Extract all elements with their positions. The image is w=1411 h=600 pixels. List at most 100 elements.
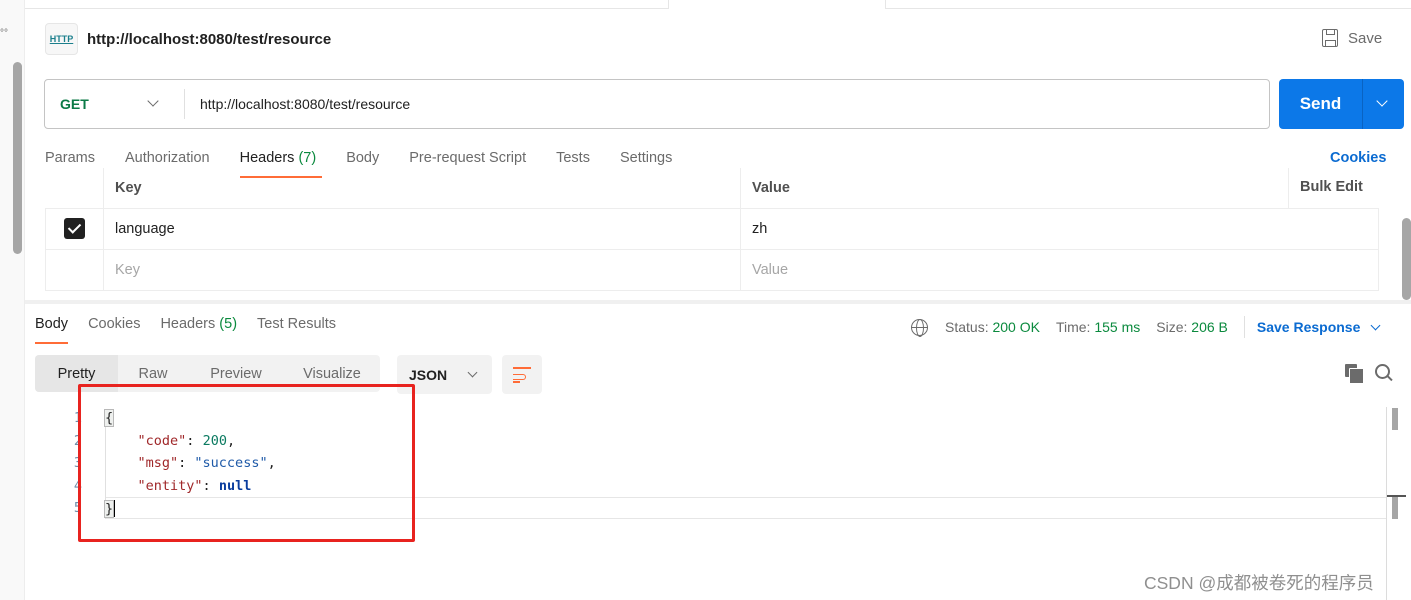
response-meta: Status: 200 OK Time: 155 ms Size: 206 B …	[911, 316, 1381, 338]
tab-label: Params	[45, 150, 95, 166]
checkbox-column-header	[45, 168, 104, 209]
format-label: JSON	[409, 366, 448, 383]
save-label: Save	[1348, 29, 1383, 47]
table-row-new: Key Value	[45, 249, 1379, 291]
line-number: 1	[73, 410, 82, 426]
time-label: Time:	[1055, 319, 1091, 335]
view-visualize[interactable]: Visualize	[284, 355, 380, 392]
value-column-header: Value	[740, 168, 1289, 209]
bulk-edit-button[interactable]: Bulk Edit	[1288, 168, 1379, 209]
tab-test-results[interactable]: Test Results	[257, 316, 336, 343]
save-icon	[1322, 29, 1338, 47]
url-input[interactable]	[185, 96, 1269, 112]
chevron-down-icon	[147, 95, 159, 107]
tab-inactive[interactable]	[25, 0, 669, 9]
tab-label: Headers	[160, 316, 216, 332]
tab-response-headers[interactable]: Headers (5)	[160, 316, 237, 343]
open-brace: {	[103, 409, 115, 427]
close-brace: }	[103, 499, 115, 518]
send-options-chevron-down-icon[interactable]	[1363, 79, 1404, 129]
tab-label: Body	[346, 150, 380, 166]
request-title-bar: HTTP http://localhost:8080/test/resource	[45, 23, 331, 55]
row-checkbox-cell	[45, 208, 104, 250]
json-key: "entity"	[137, 478, 203, 494]
headers-table: Key Value Bulk Edit language zh Key Valu…	[45, 168, 1379, 291]
more-icon[interactable]: °°	[0, 28, 8, 39]
header-key-cell[interactable]: language	[103, 208, 741, 250]
url-bar: GET	[44, 79, 1270, 129]
code-line: "code": 200,	[137, 433, 236, 449]
sidebar-scrollbar[interactable]	[13, 62, 22, 254]
divider	[1243, 316, 1245, 338]
method-select[interactable]: GET	[45, 80, 184, 128]
cookies-link[interactable]: Cookies	[1330, 150, 1386, 166]
tab-label: Body	[35, 316, 69, 332]
view-mode-group: Pretty Raw Preview Visualize	[35, 355, 380, 392]
copy-icon[interactable]	[1345, 364, 1364, 384]
response-tabs: Body Cookies Headers (5) Test Results	[35, 316, 356, 344]
http-icon: HTTP	[45, 23, 78, 55]
size-readout[interactable]: Size: 206 B	[1156, 319, 1228, 335]
globe-icon[interactable]	[911, 318, 928, 337]
line-number: 5	[73, 500, 82, 516]
new-key-input[interactable]: Key	[103, 249, 741, 291]
sidebar-strip: °°	[0, 0, 25, 600]
json-key: "msg"	[137, 455, 179, 471]
text-cursor	[113, 500, 116, 517]
watermark: CSDN @成都被卷死的程序员	[1144, 573, 1374, 593]
chevron-down-icon	[1370, 320, 1381, 330]
code-line: "entity": null	[137, 478, 252, 494]
tab-label: Settings	[619, 150, 673, 166]
tab-label: Cookies	[88, 316, 141, 332]
json-punct: ,	[226, 433, 236, 449]
pane-divider[interactable]	[25, 300, 1411, 304]
current-line-highlight	[106, 497, 1386, 519]
row-checkbox[interactable]	[64, 218, 85, 239]
json-value: "success"	[194, 455, 268, 471]
new-value-input[interactable]: Value	[740, 249, 1379, 291]
search-icon[interactable]	[1375, 364, 1392, 381]
tab-inactive[interactable]	[885, 0, 1411, 9]
key-column-header: Key	[103, 168, 741, 209]
format-select[interactable]: JSON	[397, 355, 492, 394]
tab-label: Test Results	[257, 316, 337, 332]
json-key: "code"	[137, 433, 187, 449]
view-raw[interactable]: Raw	[118, 355, 188, 392]
json-value: null	[218, 478, 252, 494]
tab-response-cookies[interactable]: Cookies	[88, 316, 140, 343]
save-response-label: Save Response	[1256, 319, 1361, 335]
table-row: language zh	[45, 208, 1379, 250]
send-button[interactable]: Send	[1279, 79, 1363, 129]
code-line: {	[103, 409, 115, 427]
view-preview[interactable]: Preview	[188, 355, 284, 392]
editor-scroll-marker	[1392, 497, 1398, 519]
size-value: 206 B	[1191, 319, 1228, 335]
tab-label: Pre-request Script	[409, 150, 527, 166]
status-readout[interactable]: Status: 200 OK	[945, 319, 1040, 335]
tab-label: Authorization	[124, 150, 210, 166]
tab-response-body[interactable]: Body	[35, 316, 69, 344]
save-button[interactable]: Save	[1322, 29, 1382, 47]
save-response-button[interactable]: Save Response	[1256, 319, 1381, 335]
method-label: GET	[60, 96, 89, 112]
chevron-down-icon	[467, 367, 478, 378]
wrap-lines-button[interactable]	[502, 355, 542, 394]
line-number: 2	[73, 433, 82, 449]
header-value-cell[interactable]: zh	[740, 208, 1379, 250]
request-scrollbar[interactable]	[1402, 218, 1411, 300]
code-line: "msg": "success",	[137, 455, 276, 471]
tab-count: (5)	[219, 316, 238, 332]
json-value: 200	[202, 433, 227, 449]
table-header-row: Key Value Bulk Edit	[45, 168, 1379, 209]
wrap-icon	[513, 367, 531, 369]
status-label: Status:	[945, 319, 989, 335]
view-pretty[interactable]: Pretty	[35, 355, 118, 392]
editor-scrollbar[interactable]	[1392, 408, 1398, 430]
line-number: 4	[73, 478, 82, 494]
size-label: Size:	[1156, 319, 1188, 335]
row-checkbox-cell	[45, 249, 104, 291]
tab-count: (7)	[298, 150, 317, 166]
request-name[interactable]: http://localhost:8080/test/resource	[87, 31, 331, 48]
tab-label: Tests	[556, 150, 590, 166]
time-readout[interactable]: Time: 155 ms	[1056, 319, 1140, 335]
